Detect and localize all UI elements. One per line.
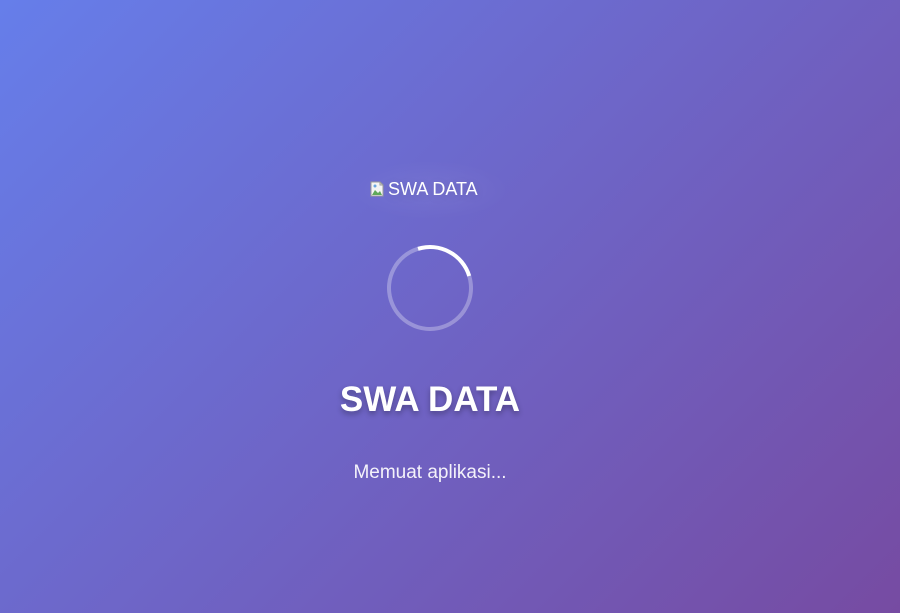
loading-screen: SWA DATA SWA DATA Memuat aplikasi... (0, 0, 900, 613)
logo-alt-text: SWA DATA (388, 179, 478, 199)
loading-status-text: Memuat aplikasi... (353, 462, 507, 483)
broken-image-icon (370, 181, 386, 197)
loading-spinner-icon (371, 229, 489, 347)
app-title: SWA DATA (339, 380, 521, 419)
app-logo: SWA DATA (370, 178, 478, 200)
